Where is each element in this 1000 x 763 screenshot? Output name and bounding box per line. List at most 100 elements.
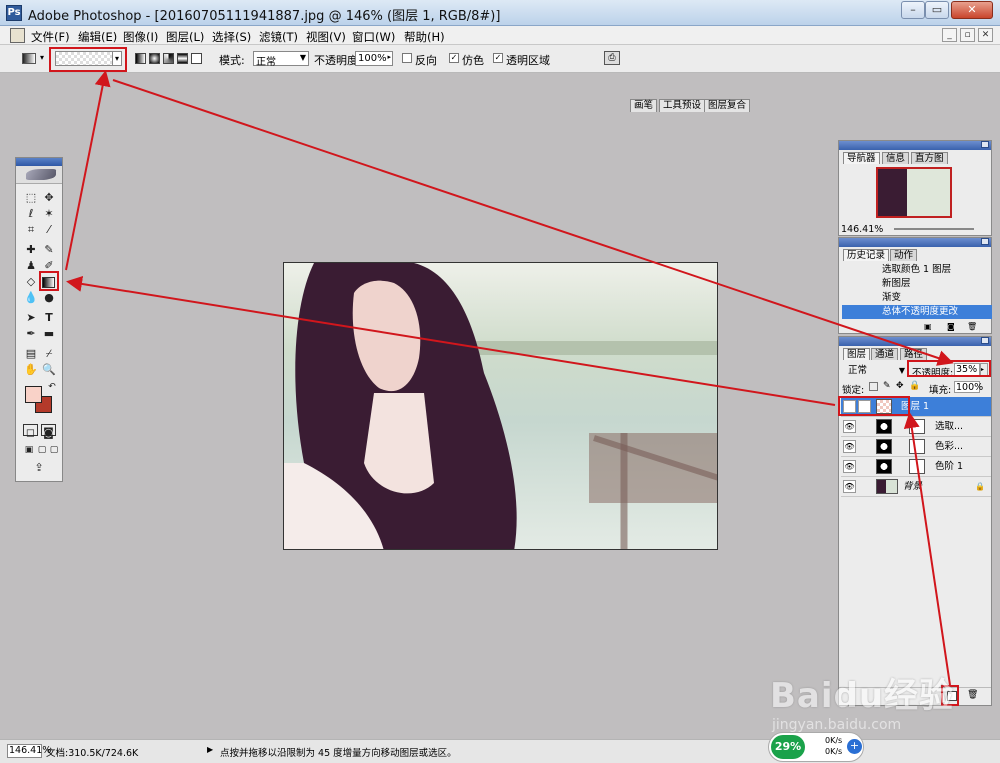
mode-select[interactable]: 正常 ▼ bbox=[253, 51, 309, 68]
play-arrow-icon[interactable]: ▶ bbox=[207, 745, 213, 754]
navigator-zoom-field[interactable]: 146.41% bbox=[841, 224, 883, 235]
menu-edit[interactable]: 编辑(E) bbox=[78, 29, 117, 45]
layer-row[interactable]: 👁 色阶 1 bbox=[841, 457, 991, 477]
lock-image-icon[interactable]: ✎ bbox=[883, 381, 891, 391]
eyedropper-tool-icon[interactable]: ⌿ bbox=[41, 346, 57, 361]
doc-close-button[interactable]: ✕ bbox=[978, 28, 993, 42]
menu-select[interactable]: 选择(S) bbox=[212, 29, 251, 45]
jump-to-imageready-icon[interactable]: ⇪ bbox=[31, 460, 47, 475]
move-tool-icon[interactable]: ✥ bbox=[41, 190, 57, 205]
foreground-color-swatch[interactable] bbox=[25, 386, 42, 403]
radial-gradient-button[interactable] bbox=[149, 53, 160, 64]
screen-mode-full-icon[interactable]: ▢ bbox=[46, 443, 62, 458]
panel-close-icon[interactable] bbox=[981, 238, 989, 245]
navigator-thumbnail[interactable] bbox=[876, 167, 952, 218]
magic-wand-tool-icon[interactable]: ✶ bbox=[41, 206, 57, 221]
stamp-tool-icon[interactable]: ♟ bbox=[23, 258, 39, 273]
history-item-selected[interactable]: 总体不透明度更改 bbox=[842, 305, 992, 319]
lasso-tool-icon[interactable]: ℓ bbox=[23, 206, 39, 221]
tab-navigator[interactable]: 导航器 bbox=[843, 152, 880, 164]
doc-restore-button[interactable]: ▫ bbox=[960, 28, 975, 42]
tab-layer-comps[interactable]: 图层复合 bbox=[704, 99, 751, 112]
shape-tool-icon[interactable]: ▬ bbox=[41, 326, 57, 341]
navigator-title-bar[interactable] bbox=[839, 141, 991, 150]
toolbox-title-bar[interactable] bbox=[16, 158, 62, 166]
marquee-tool-icon[interactable]: ⬚ bbox=[23, 190, 39, 205]
type-tool-icon[interactable]: T bbox=[41, 310, 57, 325]
panel-close-icon[interactable] bbox=[981, 141, 989, 148]
diamond-gradient-button[interactable] bbox=[191, 53, 202, 64]
panel-close-icon[interactable] bbox=[981, 337, 989, 344]
blur-tool-icon[interactable]: 💧 bbox=[23, 290, 39, 305]
linear-gradient-button[interactable] bbox=[135, 53, 146, 64]
pen-tool-icon[interactable]: ✒ bbox=[23, 326, 39, 341]
eye-icon[interactable]: 👁 bbox=[843, 420, 856, 433]
brush-tool-icon[interactable]: ✎ bbox=[41, 242, 57, 257]
menu-layer[interactable]: 图层(L) bbox=[166, 29, 204, 45]
notes-tool-icon[interactable]: ▤ bbox=[23, 346, 39, 361]
lock-all-icon[interactable]: 🔒 bbox=[909, 381, 920, 391]
document-canvas[interactable] bbox=[283, 262, 718, 550]
new-snapshot-icon[interactable]: ◙ bbox=[947, 322, 955, 331]
printer-icon[interactable]: ⎙ bbox=[604, 51, 620, 65]
maximize-button[interactable]: ▭ bbox=[925, 1, 949, 19]
crop-tool-icon[interactable]: ⌗ bbox=[23, 222, 39, 237]
speed-boost-icon[interactable]: + bbox=[847, 739, 862, 754]
tab-channels[interactable]: 通道 bbox=[871, 348, 899, 360]
layer-row[interactable]: 👁 选取... bbox=[841, 417, 991, 437]
dither-checkbox[interactable]: ✓ bbox=[449, 53, 459, 63]
opacity-field[interactable]: 100% ▸ bbox=[355, 51, 393, 66]
lock-transparent-icon[interactable] bbox=[869, 382, 878, 391]
slice-tool-icon[interactable]: ⁄ bbox=[41, 222, 57, 237]
tab-info[interactable]: 信息 bbox=[882, 152, 910, 164]
doc-minimize-button[interactable]: _ bbox=[942, 28, 957, 42]
transparency-checkbox[interactable]: ✓ bbox=[493, 53, 503, 63]
tab-actions[interactable]: 动作 bbox=[890, 249, 918, 261]
trash-icon[interactable]: 🗑 bbox=[967, 322, 977, 331]
reverse-checkbox[interactable] bbox=[402, 53, 412, 63]
angle-gradient-button[interactable] bbox=[163, 53, 174, 64]
tab-tool-presets[interactable]: 工具预设 bbox=[659, 99, 706, 112]
healing-brush-tool-icon[interactable]: ✚ bbox=[23, 242, 39, 257]
gradient-tool-preset-icon[interactable] bbox=[22, 53, 36, 64]
reflected-gradient-button[interactable] bbox=[177, 53, 188, 64]
document-icon[interactable] bbox=[10, 28, 25, 43]
menu-window[interactable]: 窗口(W) bbox=[352, 29, 395, 45]
blend-mode-select[interactable]: 正常 ▼ bbox=[845, 364, 907, 378]
eye-icon[interactable]: 👁 bbox=[843, 480, 856, 493]
hand-tool-icon[interactable]: ✋ bbox=[23, 362, 39, 377]
network-percent-badge[interactable]: 29% bbox=[771, 735, 805, 759]
menu-help[interactable]: 帮助(H) bbox=[404, 29, 445, 45]
layer-row[interactable]: 👁 色彩... bbox=[841, 437, 991, 457]
eraser-tool-icon[interactable]: ◇ bbox=[23, 274, 39, 289]
menu-filter[interactable]: 滤镜(T) bbox=[259, 29, 298, 45]
zoom-field[interactable]: 146.41% bbox=[7, 744, 51, 758]
path-selection-tool-icon[interactable]: ➤ bbox=[23, 310, 39, 325]
document-size[interactable]: 文档:310.5K/724.6K bbox=[46, 745, 138, 759]
new-document-from-state-icon[interactable]: ▣ bbox=[924, 322, 932, 331]
history-item[interactable]: 新图层 bbox=[842, 277, 992, 291]
tab-paths[interactable]: 路径 bbox=[900, 348, 928, 360]
eye-icon[interactable]: 👁 bbox=[843, 460, 856, 473]
quick-mask-mode-icon[interactable]: ◙ bbox=[41, 424, 56, 439]
menu-file[interactable]: 文件(F) bbox=[31, 29, 70, 45]
layer-row[interactable]: 👁 背景 🔒 bbox=[841, 477, 991, 497]
tab-brushes[interactable]: 画笔 bbox=[630, 99, 658, 112]
slider-arrow-icon[interactable]: ▸ bbox=[387, 53, 391, 61]
history-title-bar[interactable] bbox=[839, 238, 991, 247]
fill-field[interactable]: 100% bbox=[954, 381, 983, 393]
eye-icon[interactable]: 👁 bbox=[843, 440, 856, 453]
tab-layers[interactable]: 图层 bbox=[843, 348, 871, 360]
history-item[interactable]: 选取颜色 1 图层 bbox=[842, 263, 992, 277]
chevron-down-icon[interactable]: ▾ bbox=[40, 53, 44, 62]
standard-mode-icon[interactable]: ◻ bbox=[23, 424, 38, 439]
swap-colors-icon[interactable]: ↶ bbox=[44, 380, 60, 395]
menu-view[interactable]: 视图(V) bbox=[306, 29, 346, 45]
dodge-tool-icon[interactable]: ● bbox=[41, 290, 57, 305]
history-item[interactable]: 渐变 bbox=[842, 291, 992, 305]
lock-position-icon[interactable]: ✥ bbox=[896, 381, 904, 391]
menu-image[interactable]: 图像(I) bbox=[123, 29, 158, 45]
close-button[interactable]: ✕ bbox=[951, 1, 993, 19]
minimize-button[interactable]: – bbox=[901, 1, 925, 19]
tab-histogram[interactable]: 直方图 bbox=[911, 152, 948, 164]
